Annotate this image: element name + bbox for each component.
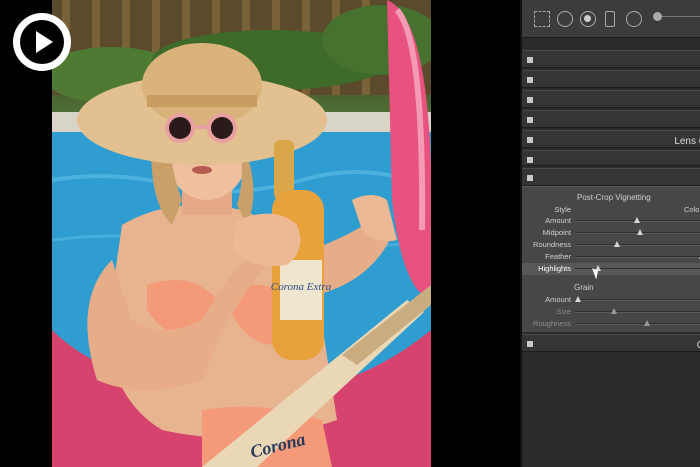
slider-label: Amount: [545, 295, 571, 304]
slider-track[interactable]: [575, 241, 700, 247]
vignette-midpoint-slider[interactable]: Midpoint: [522, 227, 700, 239]
slider-track[interactable]: [575, 229, 700, 235]
grain-size-slider[interactable]: Size: [522, 306, 700, 318]
slider-label: Size: [556, 307, 571, 316]
grain-roughness-slider[interactable]: Roughness: [522, 318, 700, 330]
effects-panel: Post-Crop Vignetting Style Colo Amount M…: [522, 186, 700, 332]
play-icon: [20, 20, 64, 64]
slider-thumb[interactable]: [643, 320, 650, 326]
panel-section-6[interactable]: [522, 150, 700, 166]
panel-section-4[interactable]: [522, 110, 700, 128]
panel-section-bottom[interactable]: C: [522, 334, 700, 352]
collapse-triangle-icon: [527, 175, 533, 181]
vignette-highlights-slider[interactable]: Highlights: [522, 263, 700, 275]
slider-track[interactable]: [575, 253, 700, 259]
grain-amount-slider[interactable]: Amount: [522, 294, 700, 306]
adjustment-brush-icon[interactable]: [653, 12, 700, 22]
slider-label: Highlights: [538, 264, 571, 273]
slider-track[interactable]: [575, 320, 700, 326]
collapse-triangle-icon: [527, 117, 533, 123]
tool-strip: [522, 0, 700, 38]
graduated-filter-icon[interactable]: [605, 11, 615, 27]
photo-illustration: Corona Extra Corona: [52, 0, 431, 467]
slider-label: Midpoint: [542, 228, 571, 237]
panel-section-effects-header[interactable]: [522, 168, 700, 186]
collapse-triangle-icon: [527, 341, 533, 347]
vignette-feather-slider[interactable]: Feather: [522, 251, 700, 263]
spot-removal-icon[interactable]: [557, 11, 573, 27]
collapse-triangle-icon: [527, 97, 533, 103]
image-gap: [431, 0, 520, 467]
red-eye-icon[interactable]: [580, 11, 596, 27]
slider-label: Style: [554, 205, 571, 214]
slider-label: Feather: [545, 252, 571, 261]
slider-track[interactable]: [575, 217, 700, 223]
vignette-title: Post-Crop Vignetting: [577, 193, 651, 202]
slider-thumb[interactable]: [611, 308, 617, 314]
photo-preview: Corona Extra Corona: [52, 0, 431, 467]
panel-section-3[interactable]: Sp: [522, 90, 700, 108]
slider-label: Amount: [545, 216, 571, 225]
slider-track[interactable]: [575, 308, 700, 314]
bottle-label-text: Corona Extra: [271, 281, 332, 293]
panel-section-1[interactable]: T: [522, 50, 700, 68]
collapse-triangle-icon: [527, 77, 533, 83]
slider-thumb[interactable]: [574, 296, 581, 302]
section-title: Lens C: [674, 136, 700, 147]
slider-track[interactable]: [574, 296, 700, 302]
panel-section-5[interactable]: Lens C: [522, 130, 700, 148]
style-value[interactable]: Colo: [684, 205, 699, 214]
radial-filter-icon[interactable]: [626, 11, 642, 27]
collapse-triangle-icon: [527, 57, 533, 63]
develop-panel: T Sp Lens C Post-Crop Vignetting Style C…: [520, 0, 700, 467]
slider-label: Roundness: [533, 240, 571, 249]
crop-icon[interactable]: [534, 11, 550, 27]
slider-label: Roughness: [533, 319, 571, 328]
grain-title: Grain: [574, 283, 594, 292]
vignette-roundness-slider[interactable]: Roundness: [522, 239, 700, 251]
panel-section-2[interactable]: [522, 70, 700, 88]
slider-thumb[interactable]: [613, 241, 620, 247]
slider-thumb[interactable]: [637, 229, 643, 235]
collapse-triangle-icon: [527, 137, 533, 143]
collapse-triangle-icon: [527, 157, 533, 163]
vignette-amount-slider[interactable]: Amount: [522, 215, 700, 227]
slider-thumb[interactable]: [634, 217, 641, 223]
play-button[interactable]: [13, 13, 71, 71]
